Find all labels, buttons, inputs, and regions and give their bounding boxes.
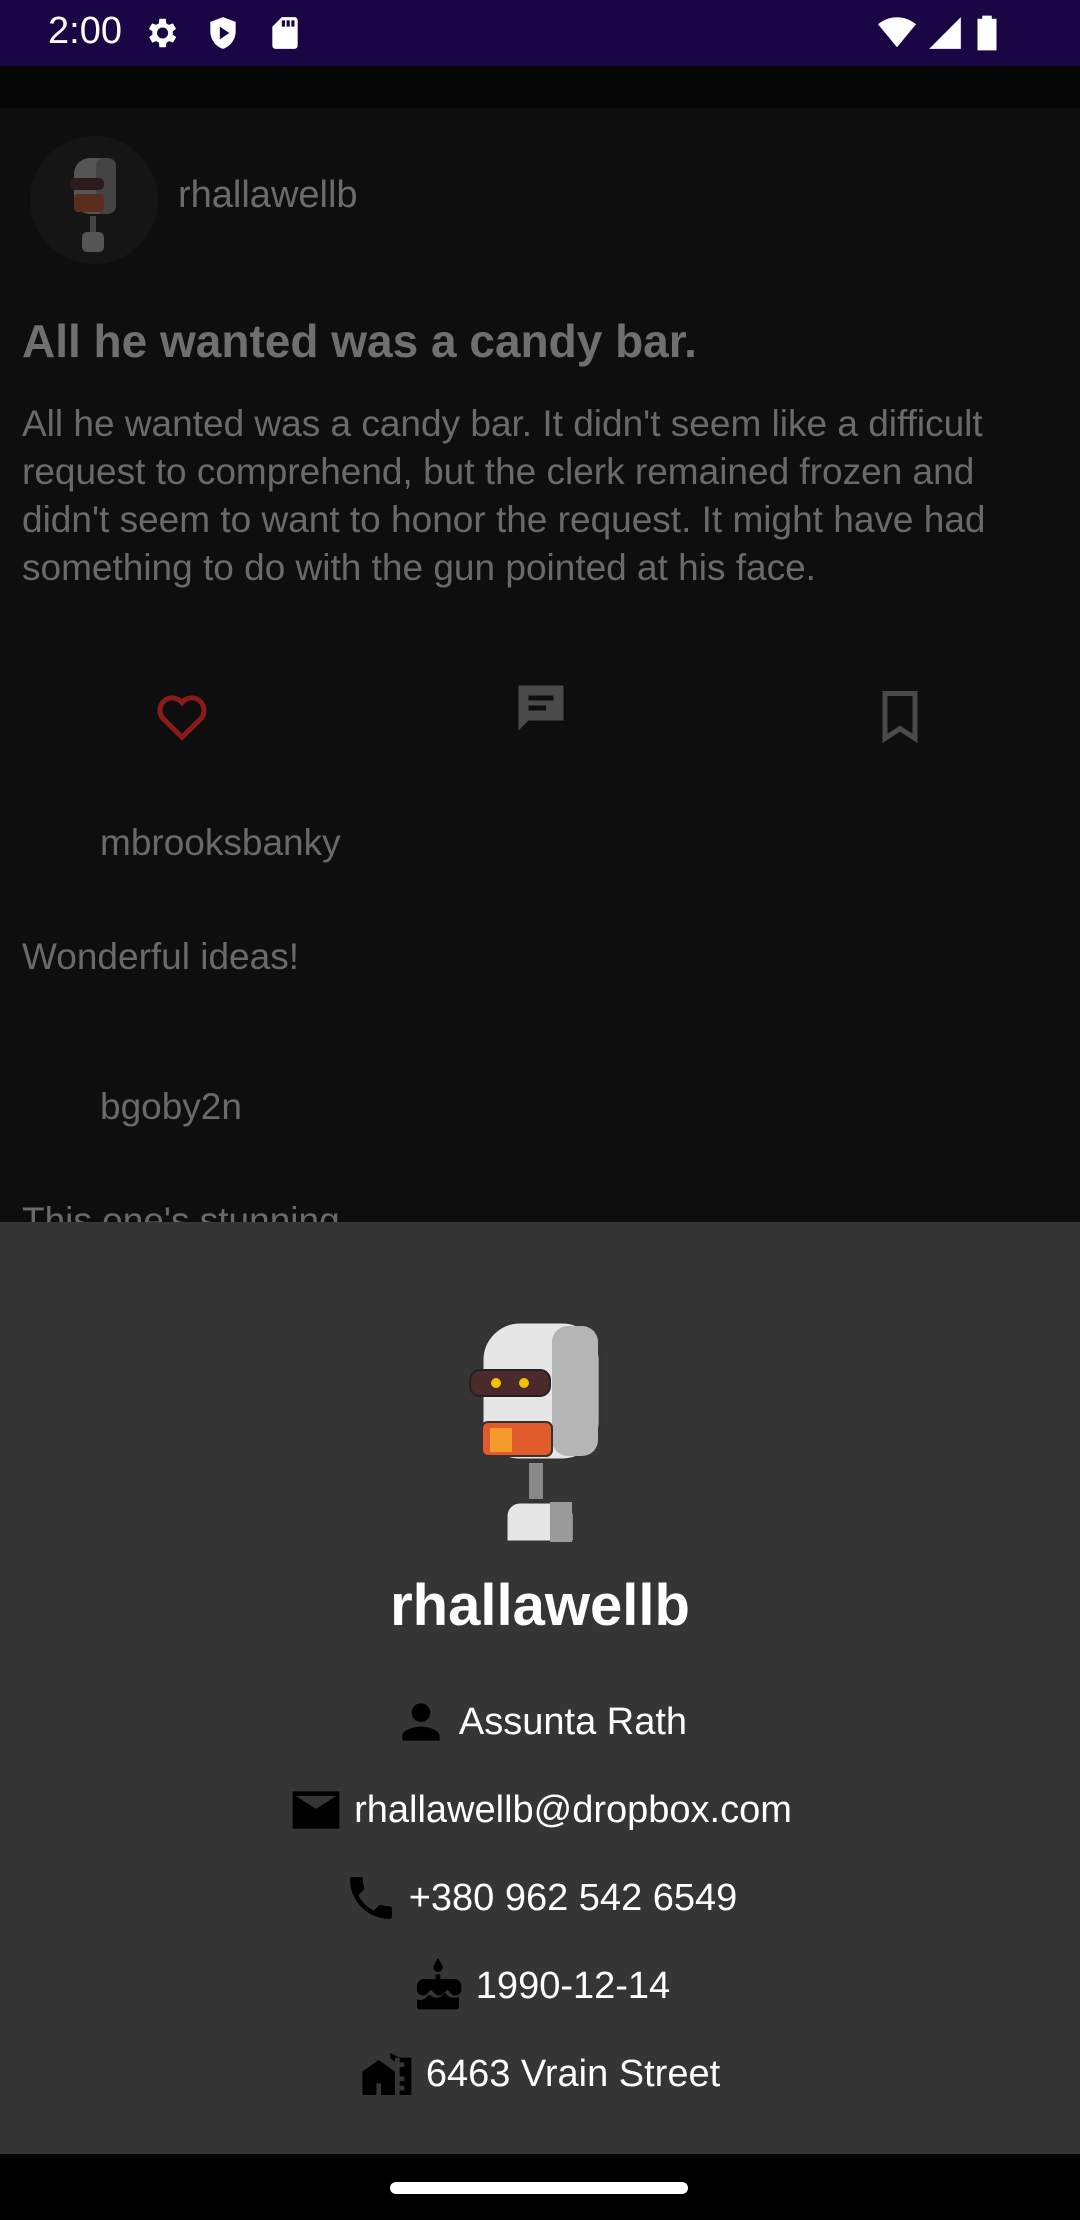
home-work-icon	[362, 2053, 412, 2095]
comment-icon[interactable]	[511, 678, 571, 738]
robot-avatar-icon	[469, 1320, 602, 1542]
settings-icon	[148, 18, 177, 48]
profile-phone-row: +380 962 542 6549	[0, 1870, 1080, 1926]
shield-play-icon	[210, 17, 236, 49]
comment-author-username[interactable]: mbrooksbanky	[100, 822, 341, 864]
profile-email[interactable]: rhallawellb@dropbox.com	[354, 1789, 792, 1832]
navigation-bar	[0, 2154, 1080, 2220]
profile-username: rhallawellb	[390, 1573, 690, 1638]
email-icon	[292, 1791, 340, 1829]
person-icon	[402, 1703, 440, 1741]
profile-name-row: Assunta Rath	[0, 1694, 1080, 1750]
comment-text: This one's stunning	[22, 1200, 340, 1222]
post-title: All he wanted was a candy bar.	[22, 315, 697, 367]
profile-email-row: rhallawellb@dropbox.com	[0, 1782, 1080, 1838]
comment-text: Wonderful ideas!	[22, 936, 299, 977]
bookmark-icon[interactable]	[870, 686, 930, 746]
profile-address: 6463 Vrain Street	[425, 2052, 721, 2095]
cake-icon	[416, 1958, 462, 2010]
home-gesture-handle[interactable]	[390, 2182, 688, 2194]
robot-avatar-icon	[70, 158, 116, 252]
status-time: 2:00	[48, 10, 122, 52]
post-feed: rhallawellb All he wanted was a candy ba…	[0, 66, 1080, 1222]
cell-signal-icon	[929, 17, 961, 49]
sd-card-icon	[272, 17, 298, 49]
wifi-icon	[878, 17, 916, 48]
post-body: All he wanted was a candy bar. It didn't…	[22, 403, 986, 588]
profile-full-name: Assunta Rath	[458, 1700, 688, 1743]
status-bar: 2:00	[0, 0, 1080, 66]
heart-icon[interactable]	[152, 686, 212, 746]
profile-birthday-row: 1990-12-14	[0, 1958, 1080, 2014]
profile-phone[interactable]: +380 962 542 6549	[409, 1877, 738, 1920]
profile-address-row: 6463 Vrain Street	[0, 2046, 1080, 2102]
post-author-avatar[interactable]	[30, 136, 158, 264]
profile-birthday: 1990-12-14	[475, 1964, 671, 2007]
toolbar-shadow	[0, 66, 1080, 108]
post-author-username[interactable]: rhallawellb	[178, 174, 358, 217]
phone-icon	[349, 1877, 392, 1919]
user-profile-sheet: rhallawellb Assunta Rath rhallawellb@dro…	[0, 1222, 1080, 2154]
comment-author-username[interactable]: bgoby2n	[100, 1086, 242, 1128]
battery-icon	[977, 15, 997, 51]
